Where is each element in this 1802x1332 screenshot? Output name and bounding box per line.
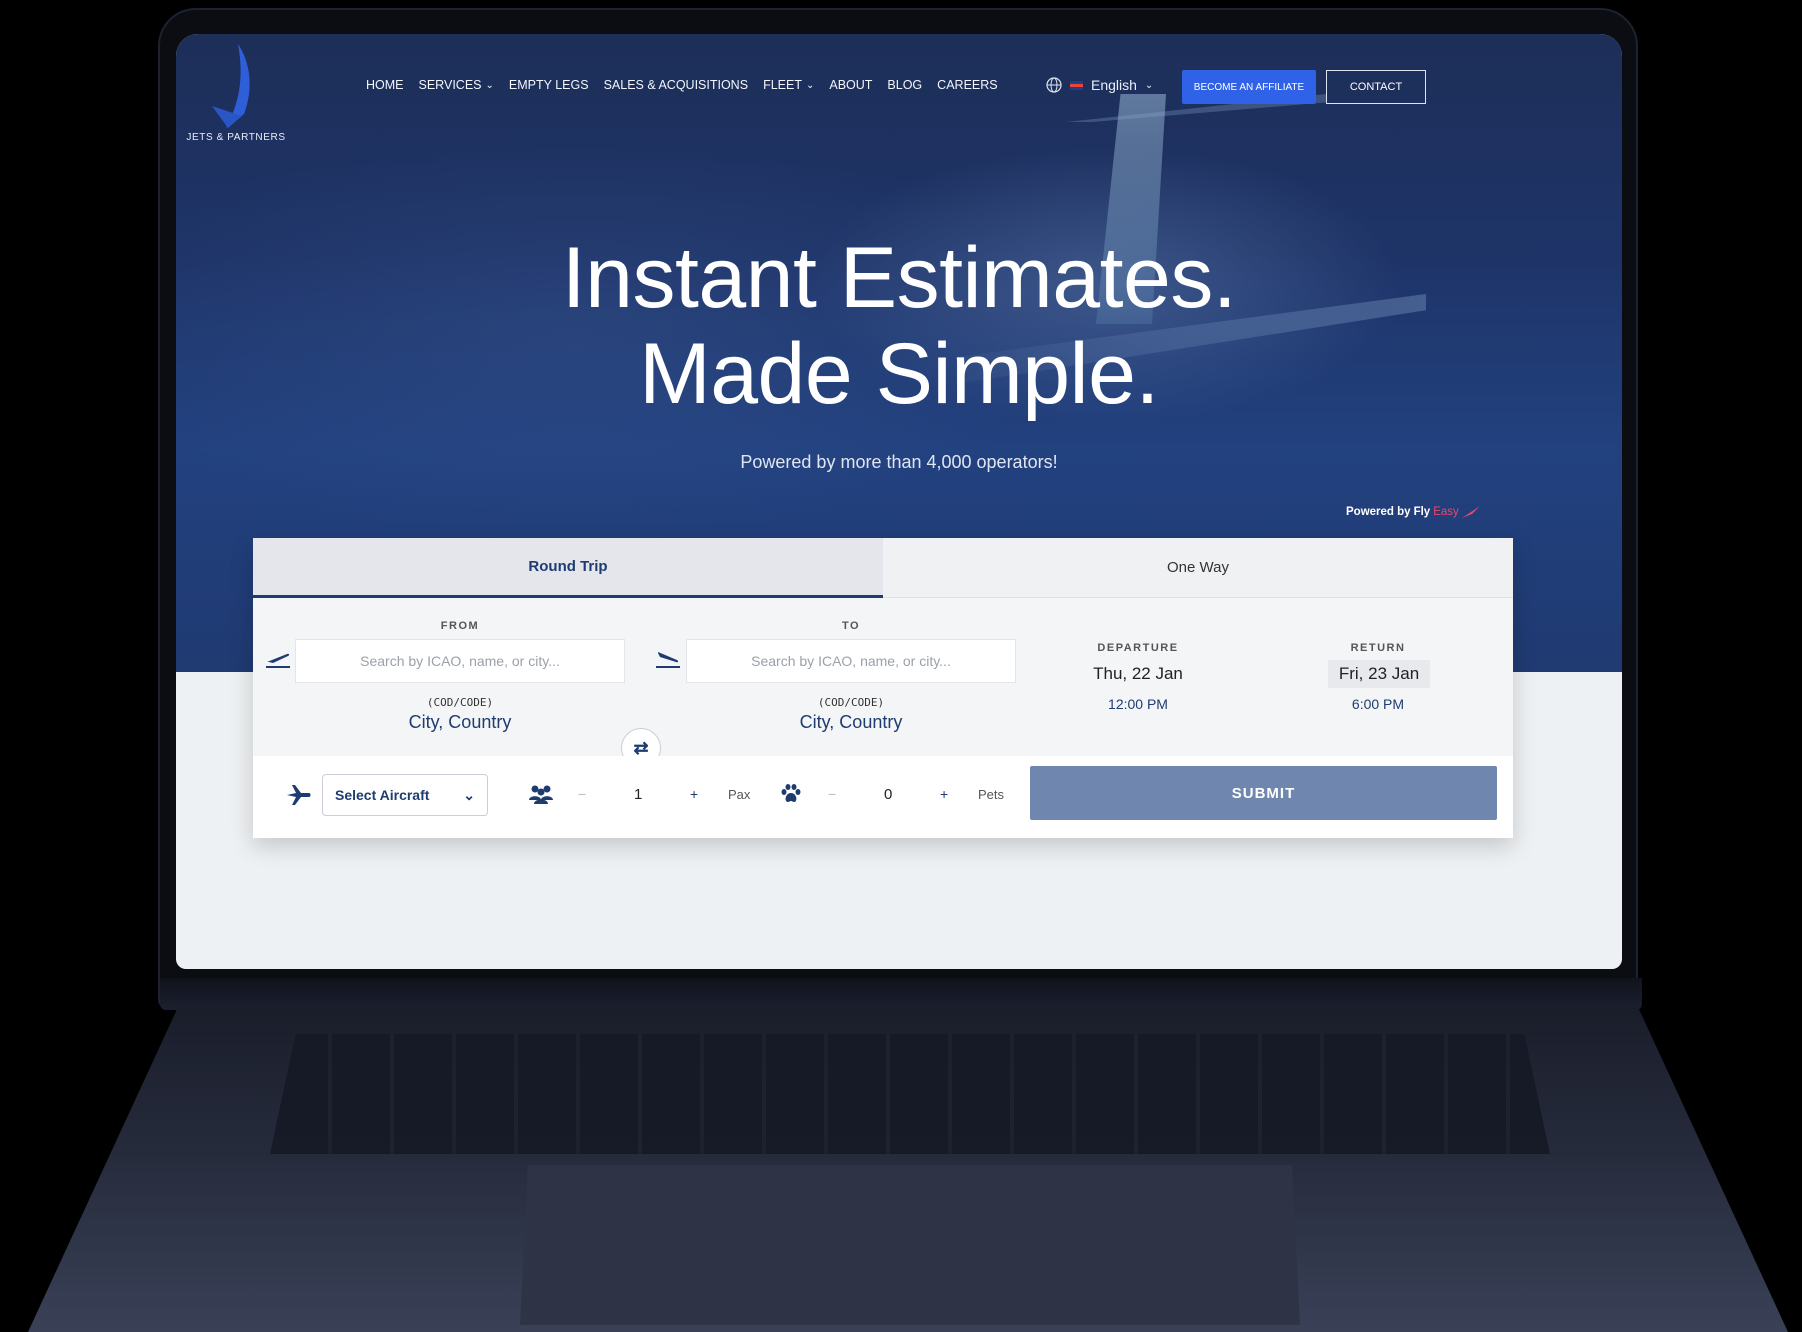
nav-label: FLEET bbox=[763, 78, 802, 92]
laptop-keyboard bbox=[270, 1034, 1550, 1154]
pax-unit: Pax bbox=[728, 787, 751, 802]
laptop-hinge bbox=[160, 978, 1642, 1010]
nav-about[interactable]: ABOUT bbox=[829, 78, 872, 92]
nav-sales-acquisitions[interactable]: SALES & ACQUISITIONS bbox=[604, 78, 749, 92]
nav-label: SALES & ACQUISITIONS bbox=[603, 78, 749, 92]
powered-prefix: Powered by bbox=[1346, 506, 1411, 518]
laptop-screen: JETS & PARTNERS HOME SERVICES ⌄ EMPTY LEG… bbox=[176, 34, 1622, 969]
from-city: City, Country bbox=[408, 712, 512, 732]
chevron-down-icon: ⌄ bbox=[1144, 79, 1154, 91]
pets-increment[interactable]: + bbox=[940, 786, 948, 802]
logo-icon bbox=[212, 44, 250, 128]
trip-type-tabs: Round Trip One Way bbox=[253, 538, 1513, 598]
hero-subtitle: Powered by more than 4,000 operators! bbox=[740, 452, 1058, 472]
takeoff-icon bbox=[266, 653, 290, 668]
pets-count: 0 bbox=[884, 786, 893, 803]
powered-fly: Fly bbox=[1413, 506, 1431, 518]
nav-services[interactable]: SERVICES ⌄ bbox=[419, 78, 494, 92]
hero-headline-line1: Instant Estimates. bbox=[561, 230, 1237, 326]
plane-icon bbox=[287, 785, 311, 805]
to-search-input[interactable]: Search by ICAO, name, or city... bbox=[686, 639, 1016, 683]
tab-one-way[interactable]: One Way bbox=[883, 538, 1513, 598]
hero-headline: Instant Estimates. Made Simple. bbox=[176, 230, 1622, 422]
from-label: FROM bbox=[440, 620, 480, 632]
booking-options-row: Select Aircraft ⌄ − 1 + Pax − 0 + Pets S… bbox=[253, 756, 1513, 838]
departure-date[interactable]: Thu, 22 Jan bbox=[1053, 660, 1223, 688]
tab-round-trip[interactable]: Round Trip bbox=[253, 538, 883, 598]
main-nav: HOME SERVICES ⌄ EMPTY LEGS SALES & ACQUIS… bbox=[366, 78, 998, 92]
hero-headline-line2: Made Simple. bbox=[639, 326, 1159, 422]
nav-label: HOME bbox=[366, 78, 404, 92]
nav-label: CAREERS bbox=[937, 78, 998, 92]
submit-button[interactable]: SUBMIT bbox=[1030, 766, 1497, 820]
return-time[interactable]: 6:00 PM bbox=[1293, 696, 1463, 712]
laptop-trackpad bbox=[520, 1165, 1300, 1325]
booking-form: Round Trip One Way FROM Search by ICAO, … bbox=[253, 538, 1513, 838]
language-selector[interactable]: English ⌄ bbox=[1046, 77, 1153, 93]
become-affiliate-button[interactable]: BECOME AN AFFILIATE bbox=[1182, 70, 1316, 104]
powered-easy: Easy bbox=[1433, 506, 1459, 518]
pax-decrement[interactable]: − bbox=[578, 786, 586, 802]
aircraft-select-label: Select Aircraft bbox=[335, 787, 430, 803]
chevron-down-icon: ⌄ bbox=[485, 79, 494, 91]
contact-button[interactable]: CONTACT bbox=[1326, 70, 1426, 104]
language-label: English bbox=[1091, 77, 1137, 93]
pets-decrement[interactable]: − bbox=[828, 786, 836, 802]
nav-label: BLOG bbox=[887, 78, 923, 92]
nav-home[interactable]: HOME bbox=[366, 78, 404, 92]
chevron-down-icon: ⌄ bbox=[463, 786, 475, 803]
to-city: City, Country bbox=[799, 712, 903, 732]
logo-text: JETS & PARTNERS bbox=[186, 132, 286, 143]
nav-label: ABOUT bbox=[829, 78, 873, 92]
to-airport-code: (COD/CODE) bbox=[817, 696, 885, 709]
nav-label: EMPTY LEGS bbox=[508, 78, 589, 92]
nav-label: SERVICES bbox=[418, 78, 482, 92]
nav-empty-legs[interactable]: EMPTY LEGS bbox=[509, 78, 589, 92]
departure-label: DEPARTURE bbox=[1097, 642, 1179, 654]
return-label: RETURN bbox=[1350, 642, 1406, 654]
pets-unit: Pets bbox=[978, 787, 1005, 802]
users-icon bbox=[529, 785, 553, 804]
nav-fleet[interactable]: FLEET ⌄ bbox=[763, 78, 814, 92]
chevron-down-icon: ⌄ bbox=[805, 79, 815, 91]
from-airport-code: (COD/CODE) bbox=[426, 696, 494, 709]
flyeasy-logo-icon bbox=[1461, 506, 1480, 518]
pax-count: 1 bbox=[634, 786, 643, 803]
pax-increment[interactable]: + bbox=[690, 786, 698, 802]
powered-by-flyeasy[interactable]: Powered by Fly Easy bbox=[1346, 506, 1480, 518]
paw-icon bbox=[781, 784, 801, 802]
nav-careers[interactable]: CAREERS bbox=[937, 78, 997, 92]
aircraft-select[interactable]: Select Aircraft ⌄ bbox=[322, 774, 488, 816]
from-search-input[interactable]: Search by ICAO, name, or city... bbox=[295, 639, 625, 683]
nav-blog[interactable]: BLOG bbox=[887, 78, 922, 92]
departure-time[interactable]: 12:00 PM bbox=[1053, 696, 1223, 712]
to-label: TO bbox=[841, 620, 861, 632]
return-date[interactable]: Fri, 23 Jan bbox=[1328, 660, 1430, 688]
logo[interactable]: JETS & PARTNERS bbox=[184, 44, 285, 154]
globe-icon bbox=[1046, 77, 1062, 93]
landing-icon bbox=[656, 652, 680, 668]
uk-flag-icon bbox=[1070, 80, 1083, 90]
